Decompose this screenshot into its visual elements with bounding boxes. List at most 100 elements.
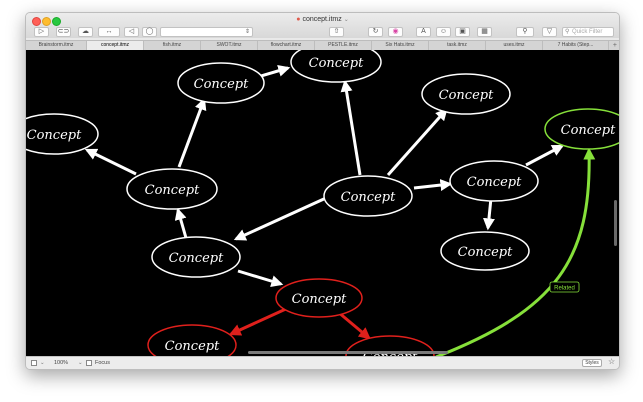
- concept-node[interactable]: Concept: [421, 73, 511, 115]
- shape-tool-button[interactable]: ▷: [34, 27, 49, 37]
- style-select[interactable]: ⇕: [160, 27, 253, 37]
- favorite-star-icon[interactable]: ☆: [608, 358, 615, 366]
- rotate-icon: ↻: [372, 28, 379, 35]
- cloud-tool-icon: ☁: [82, 28, 89, 35]
- connector-line[interactable]: [233, 196, 327, 241]
- title-chevron-icon[interactable]: ⌄: [344, 17, 349, 23]
- concept-node-label: Concept: [439, 88, 494, 103]
- concept-node-green[interactable]: Concept: [544, 108, 619, 150]
- font-button[interactable]: A: [416, 27, 431, 37]
- shape-tool-icon: ▷: [38, 28, 45, 35]
- add-tab-icon[interactable]: +: [613, 41, 617, 50]
- concept-node-label: Concept: [145, 183, 200, 198]
- concept-node[interactable]: Concept: [290, 50, 382, 83]
- color-wheel-icon: ◉: [392, 28, 399, 35]
- concept-node[interactable]: Concept: [440, 231, 530, 271]
- sidebar-toggle-icon[interactable]: [31, 360, 37, 366]
- zoom-level[interactable]: 100%: [54, 360, 68, 367]
- concept-node-label: Concept: [309, 56, 364, 71]
- concept-node-label: Concept: [165, 339, 220, 354]
- focus-label: Focus: [95, 360, 110, 366]
- tab-concept[interactable]: concept.itmz: [87, 41, 144, 50]
- window-title: ● concept.itmz ⌄: [26, 16, 619, 23]
- app-window: ● concept.itmz ⌄ ▷ ⊂⊃ ☁ ↔ ◁ ◯ ⇕ ⇧ ↻ ◉ A ☺ …: [25, 12, 620, 370]
- zoom-dropdown-chevron-icon[interactable]: ⌄: [78, 360, 83, 367]
- quick-filter-input[interactable]: ⚲ Quick Filter: [562, 27, 614, 37]
- tab-six-hats[interactable]: Six Hats.itmz: [372, 41, 429, 50]
- styles-button[interactable]: Styles: [582, 359, 602, 367]
- window-title-text: concept.itmz: [302, 16, 342, 23]
- map-canvas[interactable]: Related Concept Concept Concept Concept …: [26, 50, 619, 356]
- table-button[interactable]: ▦: [477, 27, 492, 37]
- relationship-label[interactable]: Related: [549, 281, 580, 293]
- note-tool-icon: ◁: [128, 28, 135, 35]
- filter-button[interactable]: ▽: [542, 27, 557, 37]
- status-bar: ⌄ 100% ⌄ Focus Styles ☆: [26, 356, 619, 369]
- connector-line[interactable]: [237, 269, 284, 287]
- titlebar: ● concept.itmz ⌄ ▷ ⊂⊃ ☁ ↔ ◁ ◯ ⇕ ⇧ ↻ ◉ A ☺ …: [26, 13, 619, 38]
- sidebar-dropdown-chevron-icon[interactable]: ⌄: [40, 360, 45, 367]
- connector-line-red[interactable]: [228, 306, 289, 336]
- concept-node[interactable]: Concept: [449, 160, 539, 202]
- rotate-button[interactable]: ↻: [368, 27, 383, 37]
- image-icon: ▣: [459, 28, 466, 35]
- concept-node[interactable]: Concept: [151, 236, 241, 278]
- tab-swot[interactable]: SWOT.itmz: [201, 41, 258, 50]
- concept-node-red[interactable]: Concept: [275, 278, 363, 318]
- connector-line[interactable]: [177, 97, 207, 168]
- styles-button-label: Styles: [585, 360, 599, 366]
- quick-filter-placeholder: Quick Filter: [572, 29, 603, 35]
- tab-flowchart[interactable]: flowchart.itmz: [258, 41, 315, 50]
- document-icon: ●: [296, 16, 301, 23]
- concept-node-red[interactable]: Concept: [147, 324, 237, 356]
- concept-node-label: Concept: [292, 292, 347, 307]
- topic-tool-icon: ⊂⊃: [57, 28, 70, 35]
- concept-node-label: Concept: [194, 77, 249, 92]
- share-icon: ⇧: [333, 28, 340, 35]
- callout-tool-button[interactable]: ◯: [142, 27, 157, 37]
- share-button[interactable]: ⇧: [329, 27, 344, 37]
- connector-line[interactable]: [413, 179, 453, 192]
- connector-line[interactable]: [84, 148, 137, 176]
- concept-node-central[interactable]: Concept: [323, 175, 413, 217]
- connector-line[interactable]: [482, 197, 495, 231]
- concept-node-label: Concept: [467, 175, 522, 190]
- tab-pestle[interactable]: PESTLE.itmz: [315, 41, 372, 50]
- connector-line[interactable]: [174, 207, 188, 239]
- concept-node-label: Concept: [561, 123, 616, 138]
- vertical-scrollbar[interactable]: [614, 200, 617, 246]
- select-arrows-icon: ⇕: [244, 29, 250, 35]
- zoom-icon: ⚲: [522, 28, 528, 35]
- emoji-button[interactable]: ☺: [436, 27, 451, 37]
- filter-icon: ▽: [546, 28, 553, 35]
- note-tool-button[interactable]: ◁: [124, 27, 139, 37]
- concept-node[interactable]: Concept: [177, 62, 265, 104]
- horizontal-scrollbar[interactable]: [248, 351, 448, 354]
- connector-line[interactable]: [386, 108, 448, 176]
- relationship-tool-icon: ↔: [105, 28, 113, 35]
- image-button[interactable]: ▣: [455, 27, 470, 37]
- tab-7-habits[interactable]: 7 Habits (Step...: [543, 41, 609, 50]
- concept-node[interactable]: Concept: [26, 113, 99, 155]
- tab-uses[interactable]: uses.itmz: [486, 41, 543, 50]
- concept-node-label: Concept: [341, 190, 396, 205]
- tab-brainstorm[interactable]: Brainstorm.itmz: [26, 41, 87, 50]
- connector-line[interactable]: [525, 144, 565, 167]
- zoom-button[interactable]: ⚲: [516, 27, 534, 37]
- topic-tool-button[interactable]: ⊂⊃: [56, 27, 71, 37]
- font-icon: A: [421, 28, 426, 35]
- color-button[interactable]: ◉: [388, 27, 403, 37]
- connector-line-red[interactable]: [337, 310, 371, 340]
- relationship-tool-button[interactable]: ↔: [98, 27, 120, 37]
- tab-task[interactable]: task.itmz: [429, 41, 486, 50]
- search-icon: ⚲: [565, 29, 570, 35]
- concept-map[interactable]: Related Concept Concept Concept Concept …: [26, 50, 619, 356]
- callout-tool-icon: ◯: [145, 28, 154, 35]
- focus-checkbox[interactable]: [86, 360, 92, 366]
- cloud-tool-button[interactable]: ☁: [78, 27, 93, 37]
- tab-fish[interactable]: fish.itmz: [144, 41, 201, 50]
- connector-line[interactable]: [340, 79, 362, 176]
- concept-node[interactable]: Concept: [126, 168, 218, 210]
- concept-node-label: Concept: [27, 128, 82, 143]
- concept-node-label: Concept: [458, 245, 513, 260]
